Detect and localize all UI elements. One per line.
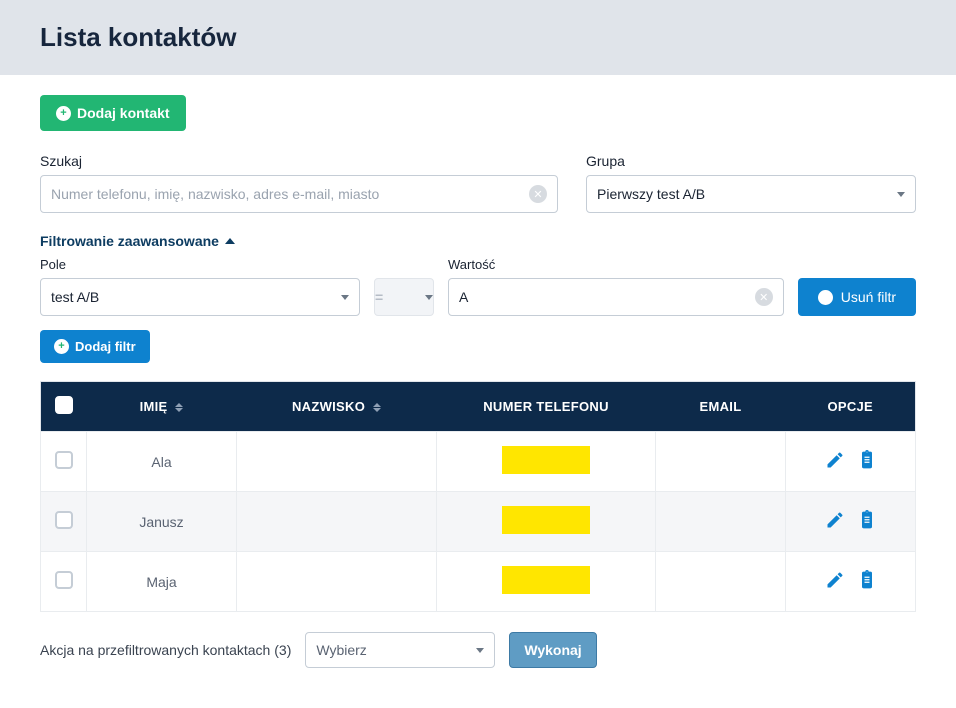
table-row: Maja bbox=[41, 552, 916, 612]
th-opcje-label: OPCJE bbox=[827, 399, 873, 414]
search-input-wrap: ✕ bbox=[40, 175, 558, 213]
sort-icon bbox=[373, 403, 381, 412]
table-row: Janusz bbox=[41, 492, 916, 552]
cell-nazwisko bbox=[237, 552, 437, 612]
cell-email bbox=[656, 492, 786, 552]
clear-filter-value-icon[interactable]: ✕ bbox=[755, 288, 773, 306]
search-input[interactable] bbox=[51, 186, 529, 202]
edit-icon[interactable] bbox=[825, 570, 845, 593]
table-row: Ala bbox=[41, 432, 916, 492]
row-checkbox[interactable] bbox=[55, 451, 73, 469]
table-head-row: IMIĘ NAZWISKO NUMER TELEFONU EMAIL OPCJE bbox=[41, 382, 916, 432]
execute-button[interactable]: Wykonaj bbox=[509, 632, 596, 668]
filter-value-wrap: ✕ bbox=[448, 278, 784, 316]
select-all-checkbox[interactable] bbox=[55, 396, 73, 414]
advanced-filter-label: Filtrowanie zaawansowane bbox=[40, 233, 219, 249]
action-count: 3 bbox=[279, 642, 287, 658]
cell-email bbox=[656, 552, 786, 612]
remove-filter-button[interactable]: − Usuń filtr bbox=[798, 278, 916, 316]
cell-imie: Maja bbox=[87, 552, 237, 612]
cell-numer bbox=[437, 492, 656, 552]
row-checkbox[interactable] bbox=[55, 511, 73, 529]
add-contact-label: Dodaj kontakt bbox=[77, 105, 170, 121]
row-checkbox[interactable] bbox=[55, 571, 73, 589]
cell-numer bbox=[437, 552, 656, 612]
cell-nazwisko bbox=[237, 492, 437, 552]
clipboard-icon[interactable] bbox=[857, 510, 877, 533]
sort-icon bbox=[175, 403, 183, 412]
filter-field-value: test A/B bbox=[51, 289, 99, 305]
page-title: Lista kontaktów bbox=[40, 22, 916, 53]
th-nazwisko-label: NAZWISKO bbox=[292, 399, 365, 414]
caret-up-icon bbox=[225, 238, 235, 244]
edit-icon[interactable] bbox=[825, 510, 845, 533]
chevron-down-icon bbox=[425, 295, 433, 300]
filter-field-select[interactable]: test A/B bbox=[40, 278, 360, 316]
th-imie-label: IMIĘ bbox=[140, 399, 168, 414]
redacted-phone bbox=[502, 566, 590, 594]
cell-email bbox=[656, 432, 786, 492]
group-selected: Pierwszy test A/B bbox=[597, 186, 705, 202]
clipboard-icon[interactable] bbox=[857, 450, 877, 473]
advanced-filter-toggle[interactable]: Filtrowanie zaawansowane bbox=[40, 233, 235, 249]
action-select[interactable]: Wybierz bbox=[305, 632, 495, 668]
th-imie[interactable]: IMIĘ bbox=[87, 382, 237, 432]
page-header: Lista kontaktów bbox=[0, 0, 956, 75]
chevron-down-icon bbox=[341, 295, 349, 300]
redacted-phone bbox=[502, 506, 590, 534]
add-filter-button[interactable]: + Dodaj filtr bbox=[40, 330, 150, 363]
action-select-placeholder: Wybierz bbox=[316, 642, 366, 658]
cell-nazwisko bbox=[237, 432, 437, 492]
minus-circle-icon: − bbox=[818, 290, 833, 305]
add-filter-label: Dodaj filtr bbox=[75, 339, 136, 354]
filter-value-input[interactable] bbox=[459, 289, 755, 305]
search-label: Szukaj bbox=[40, 153, 558, 169]
action-label-prefix: Akcja na przefiltrowanych kontaktach bbox=[40, 642, 270, 658]
plus-circle-icon: + bbox=[56, 106, 71, 121]
cell-imie: Janusz bbox=[87, 492, 237, 552]
cell-numer bbox=[437, 432, 656, 492]
contacts-table: IMIĘ NAZWISKO NUMER TELEFONU EMAIL OPCJE bbox=[40, 381, 916, 612]
th-checkbox bbox=[41, 382, 87, 432]
plus-circle-icon: + bbox=[54, 339, 69, 354]
execute-label: Wykonaj bbox=[524, 642, 581, 658]
th-email-label: EMAIL bbox=[700, 399, 742, 414]
filter-field-label: Pole bbox=[40, 257, 360, 272]
clipboard-icon[interactable] bbox=[857, 570, 877, 593]
th-opcje: OPCJE bbox=[786, 382, 916, 432]
cell-imie: Ala bbox=[87, 432, 237, 492]
add-contact-button[interactable]: + Dodaj kontakt bbox=[40, 95, 186, 131]
filter-value-label: Wartość bbox=[448, 257, 784, 272]
group-label: Grupa bbox=[586, 153, 916, 169]
redacted-phone bbox=[502, 446, 590, 474]
filter-operator: = bbox=[375, 289, 383, 305]
group-select[interactable]: Pierwszy test A/B bbox=[586, 175, 916, 213]
filter-operator-select[interactable]: = bbox=[374, 278, 434, 316]
action-label: Akcja na przefiltrowanych kontaktach (3) bbox=[40, 642, 291, 658]
th-email: EMAIL bbox=[656, 382, 786, 432]
edit-icon[interactable] bbox=[825, 450, 845, 473]
th-nazwisko[interactable]: NAZWISKO bbox=[237, 382, 437, 432]
chevron-down-icon bbox=[897, 192, 905, 197]
th-numer-label: NUMER TELEFONU bbox=[483, 399, 609, 414]
clear-search-icon[interactable]: ✕ bbox=[529, 185, 547, 203]
chevron-down-icon bbox=[476, 648, 484, 653]
th-numer: NUMER TELEFONU bbox=[437, 382, 656, 432]
remove-filter-label: Usuń filtr bbox=[841, 289, 896, 305]
